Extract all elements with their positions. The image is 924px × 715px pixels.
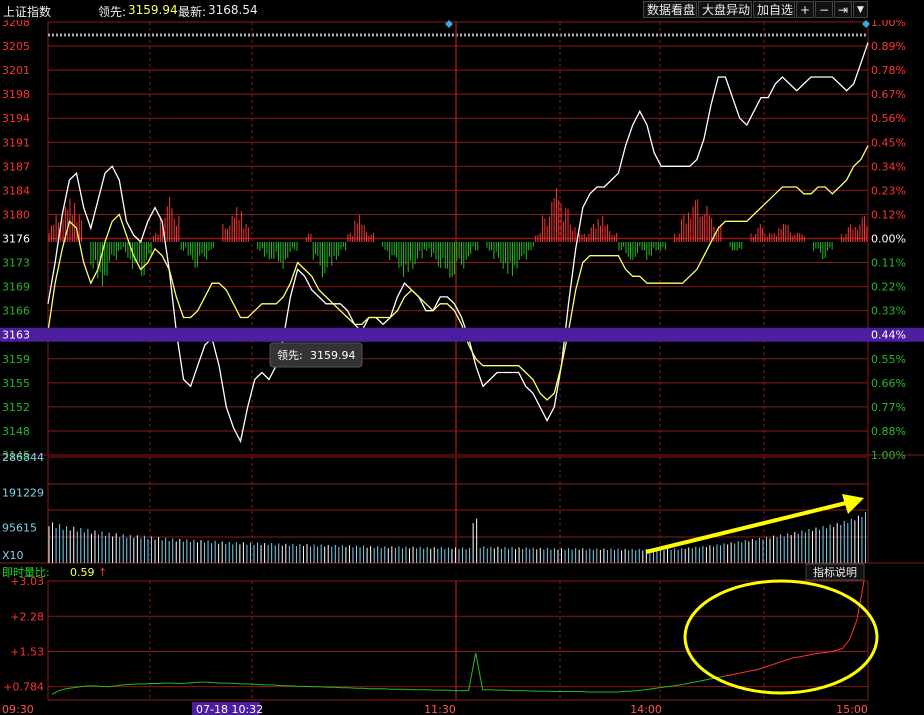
header-bar: 上证指数 领先: 3159.94 最新: 3168.54 数据看盘 大盘异动 加… <box>0 0 924 20</box>
price-axis-tick: 3159 <box>2 353 30 366</box>
last-label: 最新: <box>178 5 207 19</box>
volume-unit-label: X10 <box>2 549 24 562</box>
percent-axis-tick: 0.34% <box>871 160 906 173</box>
percent-axis-tick: 0.23% <box>871 184 906 197</box>
percent-axis-tick: 0.33% <box>871 305 906 318</box>
ratio-axis-tick: +3.03 <box>10 575 44 588</box>
annotation-arrow-head <box>842 494 864 514</box>
ratio-panel-frame <box>47 580 869 701</box>
lead-value: 3159.94 <box>128 3 178 17</box>
price-axis-tick: 3166 <box>2 305 30 318</box>
last-value: 3168.54 <box>208 3 258 17</box>
price-axis-tick: 3191 <box>2 136 30 149</box>
price-axis-tick: 3180 <box>2 208 30 221</box>
time-axis-tick: 09:30 <box>2 703 34 715</box>
price-axis-tick: 3201 <box>2 64 30 77</box>
time-axis-tick: 07-18 10:32 <box>196 703 263 715</box>
ratio-axis-tick: +1.53 <box>10 646 44 659</box>
annotation-ellipse <box>683 579 879 695</box>
ratio-line-green <box>51 652 723 695</box>
tooltip-value: 3159.94 <box>310 349 356 362</box>
indicator-header-bg <box>0 564 924 580</box>
index-name: 上证指数 <box>3 5 52 19</box>
lead-label: 领先: <box>98 5 127 19</box>
ratio-axis-tick: +0.784 <box>3 681 44 694</box>
price-axis-tick: 3152 <box>2 401 30 414</box>
price-axis-tick: 3194 <box>2 112 30 125</box>
plus-icon[interactable]: + <box>796 1 814 18</box>
arrow-up-icon: ↑ <box>98 566 107 579</box>
price-axis-tick: 3176 <box>2 233 30 246</box>
percent-axis-tick: 0.56% <box>871 112 906 125</box>
volume-axis-tick: 95615 <box>2 522 37 535</box>
intraday-chart: 3208 1.00%3205 0.89%3201 0.78%3198 0.67%3194… <box>0 16 924 715</box>
volume-bars <box>48 512 866 563</box>
price-line <box>47 42 869 444</box>
current-price-highlight <box>0 327 924 342</box>
percent-axis-tick: 0.78% <box>871 64 906 77</box>
add-favorite-button[interactable]: 加自选 <box>753 1 795 18</box>
price-axis-tick: 3148 <box>2 425 30 438</box>
marker-diamond-icon <box>445 20 453 28</box>
price-axis-tick: 3198 <box>2 88 30 101</box>
percent-axis-tick: 1.00% <box>871 449 906 462</box>
price-axis-tick: 3155 <box>2 377 30 390</box>
percent-axis-tick: 0.67% <box>871 88 906 101</box>
price-axis-tick: 3187 <box>2 160 30 173</box>
volume-axis-tick: 191229 <box>2 486 44 499</box>
percent-axis-tick: 0.88% <box>871 425 906 438</box>
percent-axis-tick: 0.12% <box>871 208 906 221</box>
ratio-axis-tick: +2.28 <box>10 610 44 623</box>
percent-axis-tick: 0.77% <box>871 401 906 414</box>
time-axis-tick: 15:00 <box>836 703 868 715</box>
price-lines <box>47 42 869 444</box>
volume-ratio-line <box>51 580 865 695</box>
percent-axis-tick: 0.22% <box>871 281 906 294</box>
time-axis-tick: 11:30 <box>424 703 456 715</box>
price-axis-tick: 3163 <box>2 329 30 342</box>
price-axis-tick: 3173 <box>2 257 30 270</box>
market-alert-button[interactable]: 大盘异动 <box>698 1 752 18</box>
percent-axis-tick: 0.55% <box>871 353 906 366</box>
price-axis-tick: 3184 <box>2 184 30 197</box>
dropdown-icon[interactable]: ▼ <box>853 1 868 18</box>
tooltip-label: 领先: <box>277 349 303 362</box>
indicator-help-label: 指标说明 <box>813 565 857 579</box>
data-view-button[interactable]: 数据看盘 <box>643 1 697 18</box>
chart-grid <box>0 20 924 701</box>
percent-axis-tick: 0.44% <box>871 329 906 342</box>
percent-axis-tick: 0.66% <box>871 377 906 390</box>
time-axis-tick: 14:00 <box>630 703 662 715</box>
annotations: 领先: 3159.94 <box>269 342 879 695</box>
price-axis-tick: 3205 <box>2 40 30 53</box>
price-change-bars <box>48 187 868 287</box>
volume-axis-tick: 286844 <box>2 451 44 464</box>
percent-axis-tick: 0.00% <box>871 233 906 246</box>
indicator-value: 0.59 <box>70 566 95 579</box>
axis-labels: 3208 1.00%3205 0.89%3201 0.78%3198 0.67%3194… <box>0 16 924 715</box>
collapse-icon[interactable]: ⇥ <box>834 1 852 18</box>
percent-axis-tick: 0.11% <box>871 257 906 270</box>
marker-diamond-icon <box>862 20 870 28</box>
lead-line <box>47 145 869 401</box>
percent-axis-tick: 0.45% <box>871 136 906 149</box>
price-axis-tick: 3169 <box>2 281 30 294</box>
minus-icon[interactable]: − <box>815 1 833 18</box>
percent-axis-tick: 0.89% <box>871 40 906 53</box>
